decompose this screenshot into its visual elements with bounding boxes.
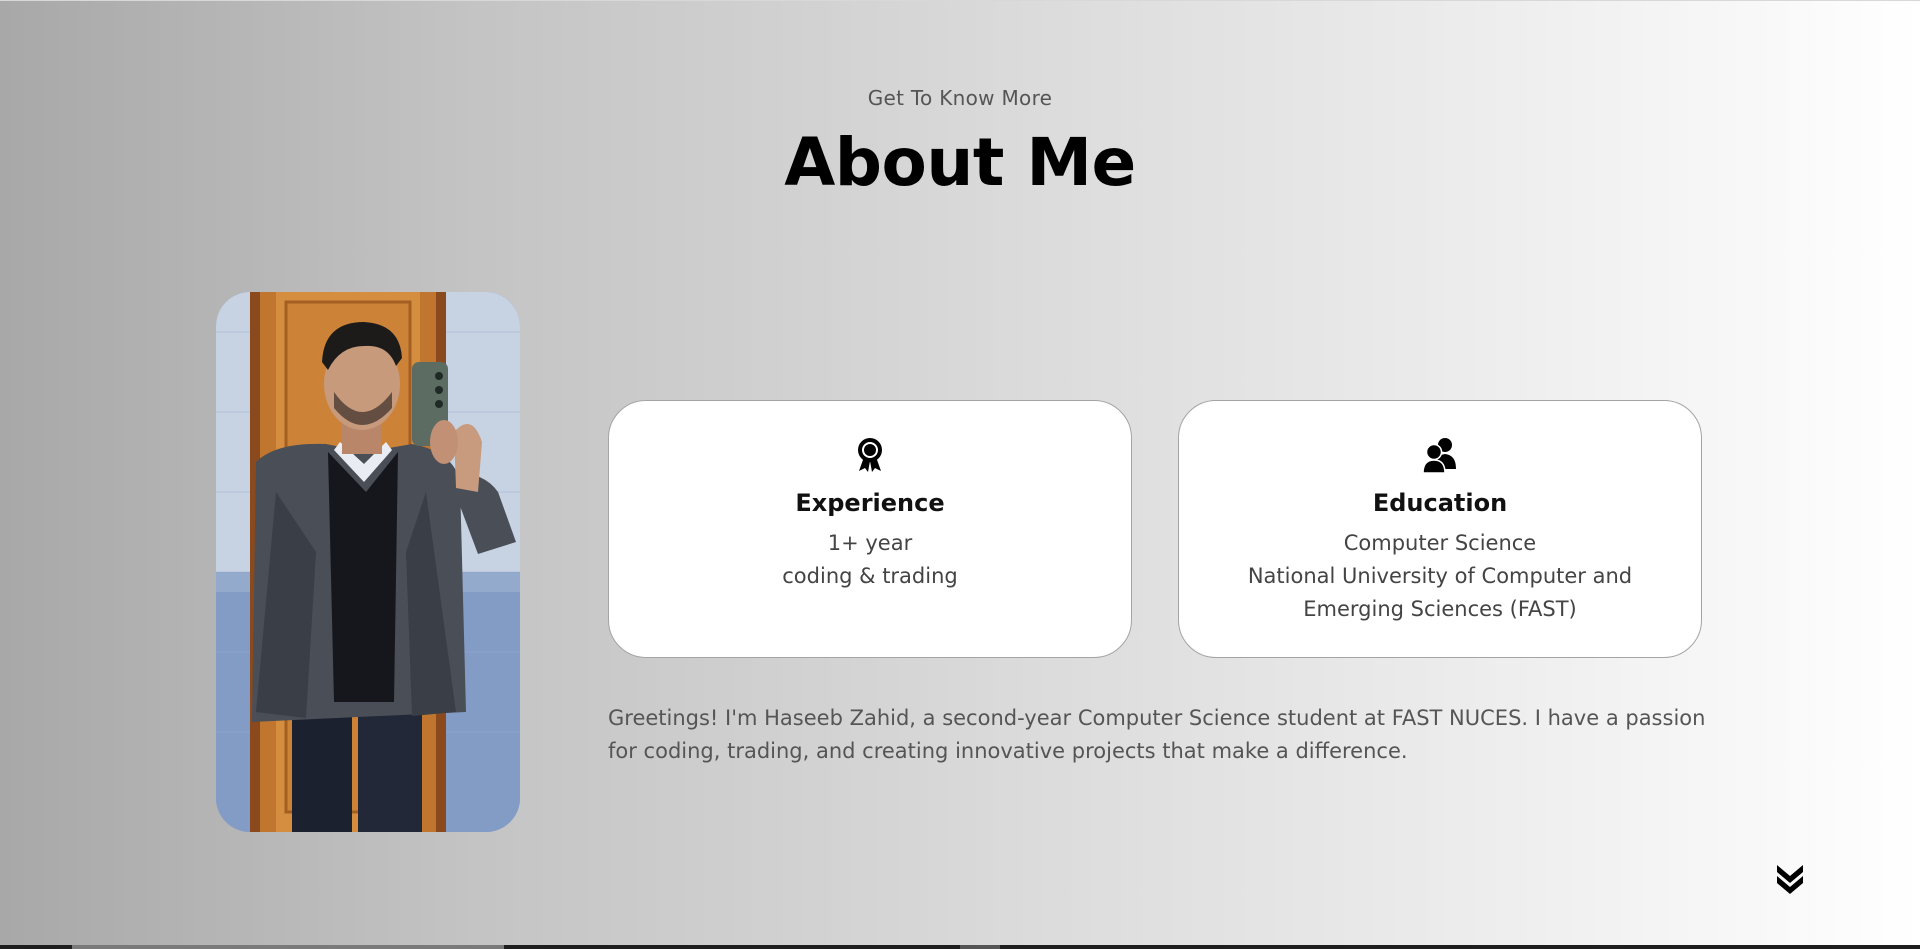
education-line: National University of Computer and — [1247, 564, 1633, 588]
section-title: About Me — [784, 124, 1136, 201]
double-chevron-down-icon[interactable] — [1774, 862, 1806, 896]
education-title: Education — [1372, 489, 1508, 517]
experience-line: 1+ year — [827, 531, 913, 555]
experience-line: coding & trading — [782, 564, 958, 588]
education-card: Education Computer Science National Univ… — [1178, 400, 1702, 658]
experience-card: Experience 1+ year coding & trading — [608, 400, 1132, 658]
bottom-edge-segment — [72, 945, 504, 949]
about-description: Greetings! I'm Haseeb Zahid, a second-ye… — [608, 706, 1706, 763]
top-edge-line — [0, 0, 1920, 1]
experience-details: 1+ year coding & trading — [609, 527, 1131, 593]
education-line: Emerging Sciences (FAST) — [1303, 597, 1577, 621]
education-line: Computer Science — [1343, 531, 1537, 555]
bottom-edge-segment — [960, 945, 1000, 949]
education-details: Computer Science National University of … — [1179, 527, 1701, 626]
profile-photo — [216, 292, 520, 832]
users-icon — [1179, 437, 1701, 477]
experience-title: Experience — [795, 489, 945, 517]
award-ribbon-icon — [609, 437, 1131, 477]
section-subtitle: Get To Know More — [867, 86, 1053, 110]
bottom-edge-strip — [0, 945, 1920, 949]
